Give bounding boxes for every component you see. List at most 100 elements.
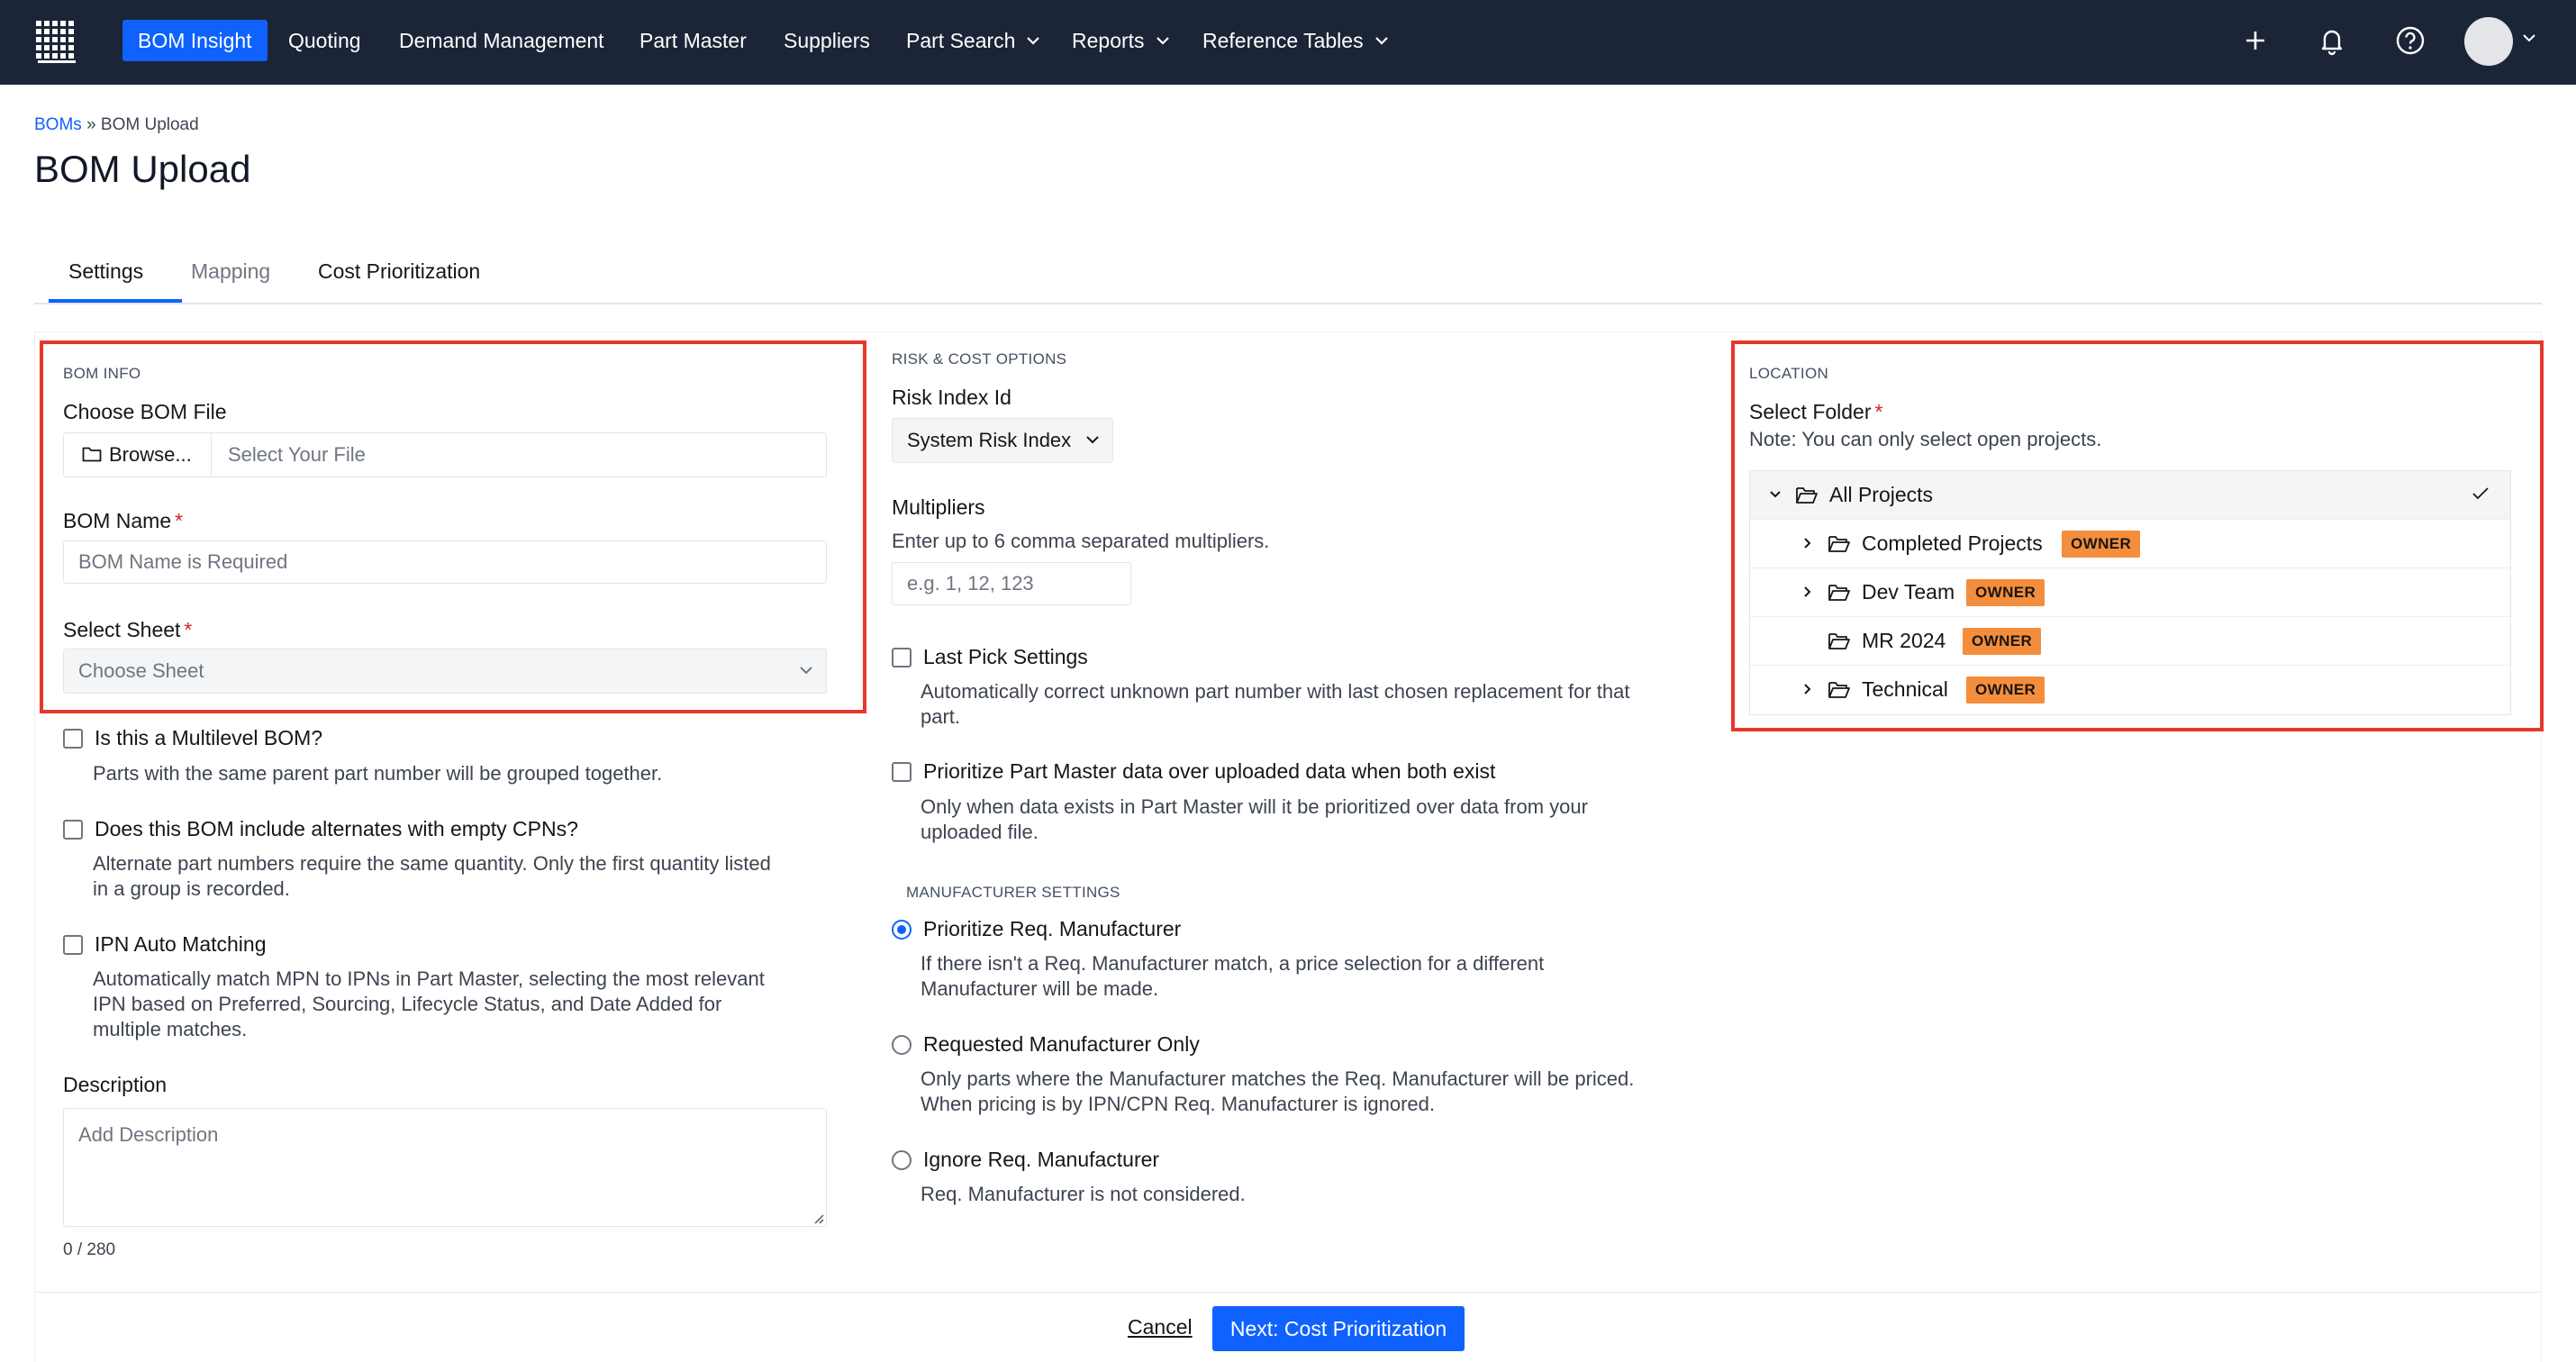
bom-name-input[interactable]: BOM Name is Required: [63, 540, 827, 584]
folder-open-icon: [1828, 633, 1850, 649]
bom-file-input[interactable]: Browse... Select Your File: [63, 432, 827, 477]
chevron-right-icon[interactable]: [1800, 536, 1815, 550]
select-sheet-placeholder: Choose Sheet: [78, 659, 204, 682]
bell-icon[interactable]: [2313, 22, 2351, 59]
plus-icon[interactable]: [2236, 22, 2274, 59]
nav-suppliers[interactable]: Suppliers: [784, 20, 870, 61]
multipliers-input[interactable]: e.g. 1, 12, 123: [892, 562, 1131, 605]
alternates-empty-cpn-label: Does this BOM include alternates with em…: [95, 817, 578, 840]
description-placeholder: Add Description: [78, 1123, 219, 1146]
chevron-right-icon[interactable]: [1800, 585, 1815, 599]
help-line: Manufacturer will be made.: [921, 977, 1159, 1000]
owner-badge: OWNER: [1963, 628, 2042, 655]
breadcrumb-boms-link[interactable]: BOMs: [34, 115, 82, 134]
nav-part-master[interactable]: Part Master: [639, 20, 747, 61]
chevron-down-icon: [1086, 436, 1099, 444]
nav-bom-insight[interactable]: BOM Insight: [122, 20, 268, 61]
multilevel-bom-help: Parts with the same parent part number w…: [93, 762, 663, 785]
ignore-req-manufacturer-label: Ignore Req. Manufacturer: [923, 1148, 1160, 1171]
owner-badge: OWNER: [1966, 676, 2045, 704]
help-line: part.: [921, 705, 961, 728]
breadcrumb: BOMs » BOM Upload: [34, 115, 199, 135]
risk-index-value: System Risk Index: [907, 429, 1072, 451]
tab-mapping[interactable]: Mapping: [191, 259, 270, 284]
folder-open-icon: [1828, 536, 1850, 552]
multipliers-help: Enter up to 6 comma separated multiplier…: [892, 530, 1270, 552]
select-folder-label: Select Folder *: [1749, 400, 1882, 424]
tree-label: Technical: [1862, 677, 1948, 701]
last-pick-checkbox[interactable]: [892, 648, 912, 667]
last-pick-label: Last Pick Settings: [923, 645, 1088, 668]
nav-reference-tables-label: Reference Tables: [1202, 29, 1364, 52]
ipn-auto-matching-label: IPN Auto Matching: [95, 932, 267, 956]
chevron-down-icon: [1027, 37, 1040, 45]
prioritize-req-manufacturer-radio[interactable]: [892, 920, 912, 940]
tree-label: All Projects: [1829, 483, 1934, 506]
folder-icon: [82, 447, 102, 462]
select-sheet-dropdown[interactable]: Choose Sheet: [63, 649, 827, 694]
chevron-down-icon[interactable]: [1768, 487, 1782, 502]
tree-row-all-projects[interactable]: All Projects: [1750, 471, 2510, 520]
nav-part-search[interactable]: Part Search: [906, 20, 1040, 61]
select-sheet-label-text: Select Sheet: [63, 618, 181, 641]
tree-row-mr-2024[interactable]: MR 2024 OWNER: [1750, 617, 2510, 666]
nav-reports[interactable]: Reports: [1072, 20, 1170, 61]
help-line: If there isn't a Req. Manufacturer match…: [921, 952, 1545, 975]
nav-part-search-label: Part Search: [906, 29, 1016, 52]
owner-badge: OWNER: [1966, 579, 2045, 606]
tab-bar: Settings Mapping Cost Prioritization: [34, 249, 2542, 304]
next-cost-prioritization-button[interactable]: Next: Cost Prioritization: [1212, 1306, 1465, 1351]
tree-row-dev-team[interactable]: Dev Team OWNER: [1750, 568, 2510, 617]
help-line: in a group is recorded.: [93, 877, 290, 900]
bom-name-label-text: BOM Name: [63, 509, 172, 532]
multilevel-bom-checkbox[interactable]: [63, 729, 83, 749]
description-textarea[interactable]: Add Description: [63, 1108, 827, 1227]
tab-settings[interactable]: Settings: [68, 259, 143, 284]
nav-demand-management[interactable]: Demand Management: [399, 20, 604, 61]
browse-button[interactable]: Browse...: [64, 433, 212, 477]
tab-cost-prioritization[interactable]: Cost Prioritization: [318, 259, 480, 284]
help-line: When pricing is by IPN/CPN Req. Manufact…: [921, 1093, 1436, 1115]
active-tab-indicator: [49, 299, 182, 303]
alternates-empty-cpn-help: Alternate part numbers require the same …: [93, 851, 771, 902]
chevron-down-icon[interactable]: [2522, 33, 2536, 42]
nav-reference-tables[interactable]: Reference Tables: [1202, 20, 1389, 61]
prioritize-req-manufacturer-help: If there isn't a Req. Manufacturer match…: [921, 951, 1544, 1002]
cancel-link[interactable]: Cancel: [1128, 1315, 1193, 1339]
tree-row-technical[interactable]: Technical OWNER: [1750, 666, 2510, 714]
chevron-down-icon: [1374, 37, 1388, 45]
select-sheet-label: Select Sheet *: [63, 618, 192, 642]
page-title: BOM Upload: [34, 148, 251, 190]
grid-logo-icon[interactable]: [34, 19, 81, 64]
help-icon[interactable]: [2391, 22, 2429, 59]
risk-cost-section-label: RISK & COST OPTIONS: [892, 350, 1067, 368]
multilevel-bom-label: Is this a Multilevel BOM?: [95, 726, 323, 749]
ipn-auto-matching-help: Automatically match MPN to IPNs in Part …: [93, 967, 765, 1042]
help-line: Automatically match MPN to IPNs in Part …: [93, 967, 765, 990]
prioritize-part-master-checkbox[interactable]: [892, 762, 912, 782]
risk-index-dropdown[interactable]: System Risk Index: [892, 418, 1113, 463]
chevron-right-icon[interactable]: [1800, 682, 1815, 696]
folder-open-icon: [1828, 682, 1850, 698]
prioritize-part-master-label: Prioritize Part Master data over uploade…: [923, 759, 1496, 783]
checkmark-icon: [2472, 487, 2489, 500]
resize-handle-icon[interactable]: [812, 1212, 824, 1224]
multipliers-label: Multipliers: [892, 495, 985, 519]
avatar[interactable]: [2464, 17, 2513, 66]
ignore-req-manufacturer-radio[interactable]: [892, 1150, 912, 1170]
requested-manufacturer-only-radio[interactable]: [892, 1035, 912, 1055]
select-folder-note: Note: You can only select open projects.: [1749, 428, 2102, 450]
help-line: multiple matches.: [93, 1018, 248, 1040]
required-asterisk: *: [1874, 400, 1883, 423]
prioritize-part-master-help: Only when data exists in Part Master wil…: [921, 794, 1588, 845]
ipn-auto-matching-checkbox[interactable]: [63, 935, 83, 955]
tree-row-completed-projects[interactable]: Completed Projects OWNER: [1750, 520, 2510, 568]
bom-name-label: BOM Name *: [63, 509, 183, 533]
ignore-req-manufacturer-help: Req. Manufacturer is not considered.: [921, 1183, 1246, 1205]
browse-button-label: Browse...: [109, 443, 192, 466]
nav-quoting[interactable]: Quoting: [288, 20, 361, 61]
help-line: Only parts where the Manufacturer matche…: [921, 1067, 1635, 1090]
description-label: Description: [63, 1073, 168, 1096]
help-line: Alternate part numbers require the same …: [93, 852, 771, 875]
alternates-empty-cpn-checkbox[interactable]: [63, 820, 83, 840]
